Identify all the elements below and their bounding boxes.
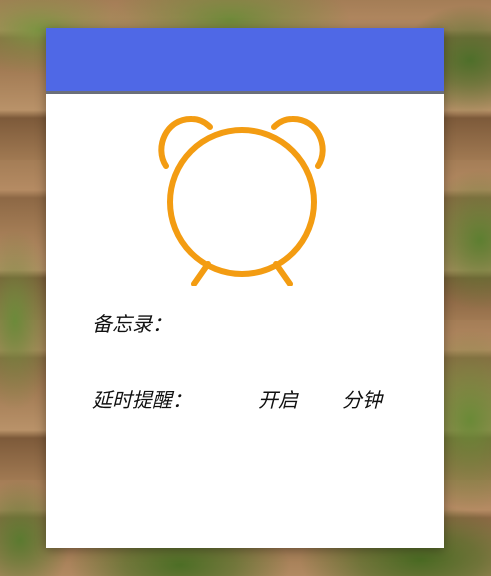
- app-header-bar: [46, 28, 444, 94]
- memo-card: 备忘录： 延时提醒： 开启 分钟: [46, 28, 444, 548]
- delay-reminder-label: 延时提醒：: [92, 388, 192, 412]
- memo-input[interactable]: [178, 313, 348, 339]
- memo-label: 备忘录：: [92, 312, 172, 336]
- memo-row: 备忘录：: [92, 308, 412, 340]
- minutes-unit-label: 分钟: [342, 388, 382, 412]
- alarm-clock-icon: [158, 115, 326, 286]
- delay-reminder-row: 延时提醒： 开启 分钟: [92, 384, 422, 416]
- enable-delay-toggle[interactable]: 开启: [258, 384, 298, 416]
- minutes-input[interactable]: [312, 387, 338, 413]
